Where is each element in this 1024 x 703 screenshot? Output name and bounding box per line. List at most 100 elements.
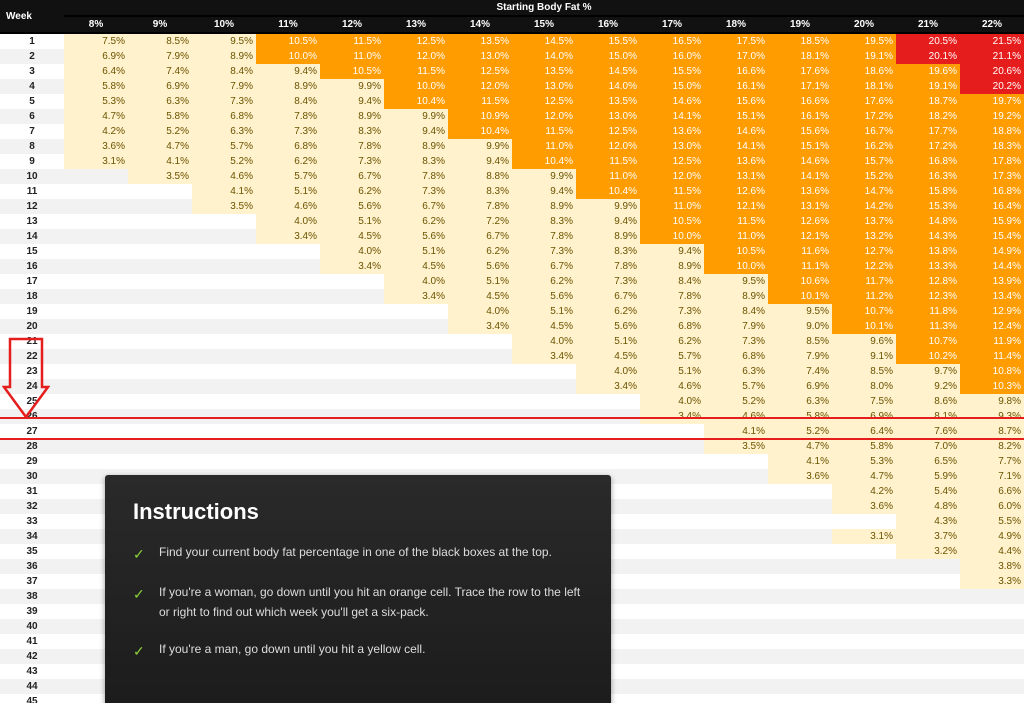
data-cell: 14.0% <box>576 79 640 94</box>
data-cell <box>768 619 832 634</box>
data-cell: 10.4% <box>576 184 640 199</box>
week-cell: 31 <box>0 484 64 499</box>
data-cell: 8.6% <box>896 394 960 409</box>
data-cell: 20.1% <box>896 49 960 64</box>
data-cell: 6.9% <box>768 379 832 394</box>
data-cell: 5.1% <box>640 364 704 379</box>
table-row: 134.0%5.1%6.2%7.2%8.3%9.4%10.5%11.5%12.6… <box>0 214 1024 229</box>
data-cell <box>896 589 960 604</box>
data-cell: 5.2% <box>128 124 192 139</box>
data-cell <box>832 679 896 694</box>
week-cell: 21 <box>0 334 64 349</box>
data-cell: 3.4% <box>640 409 704 424</box>
data-cell <box>832 604 896 619</box>
data-cell: 5.6% <box>384 229 448 244</box>
table-row: 243.4%4.6%5.7%6.9%8.0%9.2%10.3% <box>0 379 1024 394</box>
data-cell: 3.1% <box>832 529 896 544</box>
data-cell: 11.0% <box>704 229 768 244</box>
data-cell <box>704 619 768 634</box>
data-cell <box>640 424 704 439</box>
data-cell: 9.9% <box>576 199 640 214</box>
data-cell <box>512 409 576 424</box>
data-cell: 18.2% <box>896 109 960 124</box>
data-cell: 3.5% <box>192 199 256 214</box>
data-cell <box>832 514 896 529</box>
data-cell <box>192 349 256 364</box>
table-row: 174.0%5.1%6.2%7.3%8.4%9.5%10.6%11.7%12.8… <box>0 274 1024 289</box>
data-cell <box>704 589 768 604</box>
data-cell: 6.3% <box>768 394 832 409</box>
data-cell: 17.7% <box>896 124 960 139</box>
data-cell <box>64 304 128 319</box>
data-cell <box>320 364 384 379</box>
data-cell <box>128 319 192 334</box>
data-cell: 5.5% <box>960 514 1024 529</box>
data-cell: 7.8% <box>448 199 512 214</box>
week-cell: 13 <box>0 214 64 229</box>
week-cell: 5 <box>0 94 64 109</box>
data-cell <box>128 379 192 394</box>
data-cell: 4.5% <box>384 259 448 274</box>
col-header: 9% <box>128 16 192 33</box>
data-cell: 10.5% <box>704 244 768 259</box>
data-cell: 20.5% <box>896 33 960 49</box>
table-row: 114.1%5.1%6.2%7.3%8.3%9.4%10.4%11.5%12.6… <box>0 184 1024 199</box>
data-cell: 15.0% <box>640 79 704 94</box>
data-cell: 14.1% <box>704 139 768 154</box>
data-cell: 3.3% <box>960 574 1024 589</box>
data-cell <box>192 244 256 259</box>
data-cell: 16.2% <box>832 139 896 154</box>
data-cell: 13.1% <box>704 169 768 184</box>
data-cell: 20.2% <box>960 79 1024 94</box>
data-cell: 11.5% <box>704 214 768 229</box>
week-cell: 4 <box>0 79 64 94</box>
data-cell <box>704 454 768 469</box>
data-cell: 12.6% <box>704 184 768 199</box>
data-cell <box>640 694 704 703</box>
data-cell: 18.8% <box>960 124 1024 139</box>
table-row: 36.4%7.4%8.4%9.4%10.5%11.5%12.5%13.5%14.… <box>0 64 1024 79</box>
week-cell: 34 <box>0 529 64 544</box>
data-cell: 15.0% <box>576 49 640 64</box>
data-cell: 5.1% <box>576 334 640 349</box>
data-cell <box>768 589 832 604</box>
week-cell: 20 <box>0 319 64 334</box>
data-cell: 15.4% <box>960 229 1024 244</box>
data-cell: 4.0% <box>512 334 576 349</box>
data-cell: 11.2% <box>832 289 896 304</box>
data-cell: 8.9% <box>512 199 576 214</box>
data-cell: 7.3% <box>640 304 704 319</box>
data-cell: 4.5% <box>320 229 384 244</box>
data-cell: 6.2% <box>448 244 512 259</box>
data-cell: 12.5% <box>512 94 576 109</box>
col-header: 13% <box>384 16 448 33</box>
data-cell: 8.0% <box>832 379 896 394</box>
data-cell <box>896 574 960 589</box>
data-cell: 12.1% <box>704 199 768 214</box>
data-cell <box>256 394 320 409</box>
data-cell: 4.6% <box>256 199 320 214</box>
data-cell <box>960 634 1024 649</box>
data-cell: 10.0% <box>384 79 448 94</box>
data-cell: 16.8% <box>896 154 960 169</box>
data-cell: 14.5% <box>512 33 576 49</box>
data-cell: 14.4% <box>960 259 1024 274</box>
data-cell: 3.5% <box>128 169 192 184</box>
data-cell: 17.1% <box>768 79 832 94</box>
data-cell: 11.5% <box>512 124 576 139</box>
data-cell: 7.8% <box>576 259 640 274</box>
data-cell: 8.9% <box>320 109 384 124</box>
data-cell <box>128 439 192 454</box>
data-cell <box>704 679 768 694</box>
data-cell: 16.5% <box>640 33 704 49</box>
data-cell: 8.2% <box>960 439 1024 454</box>
data-cell: 10.0% <box>704 259 768 274</box>
data-cell: 15.6% <box>704 94 768 109</box>
data-cell <box>256 439 320 454</box>
table-row: 17.5%8.5%9.5%10.5%11.5%12.5%13.5%14.5%15… <box>0 33 1024 49</box>
instruction-text: If you're a woman, go down until you hit… <box>159 583 583 621</box>
data-cell: 13.3% <box>896 259 960 274</box>
data-cell <box>576 439 640 454</box>
data-cell: 12.3% <box>896 289 960 304</box>
data-cell: 5.9% <box>896 469 960 484</box>
